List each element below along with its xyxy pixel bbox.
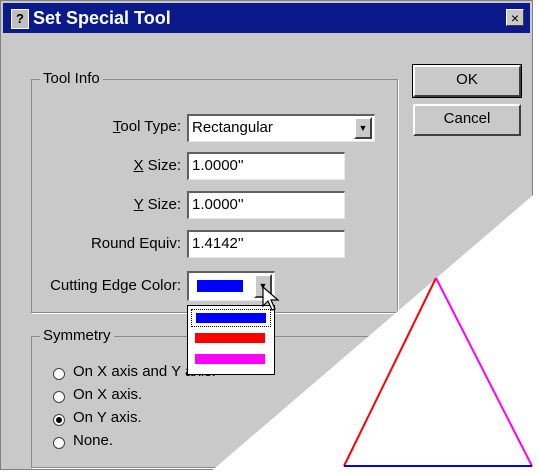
color-option-swatch (195, 333, 265, 343)
color-option-red[interactable] (191, 330, 271, 348)
color-option-swatch (196, 313, 266, 323)
color-option-magenta[interactable] (191, 351, 271, 369)
cutting-edge-color-dropdown-list (187, 305, 275, 375)
color-option-blue[interactable] (191, 309, 271, 327)
tool-preview-overlay (208, 190, 539, 474)
mouse-cursor-icon (262, 286, 280, 311)
color-option-swatch (195, 354, 265, 364)
